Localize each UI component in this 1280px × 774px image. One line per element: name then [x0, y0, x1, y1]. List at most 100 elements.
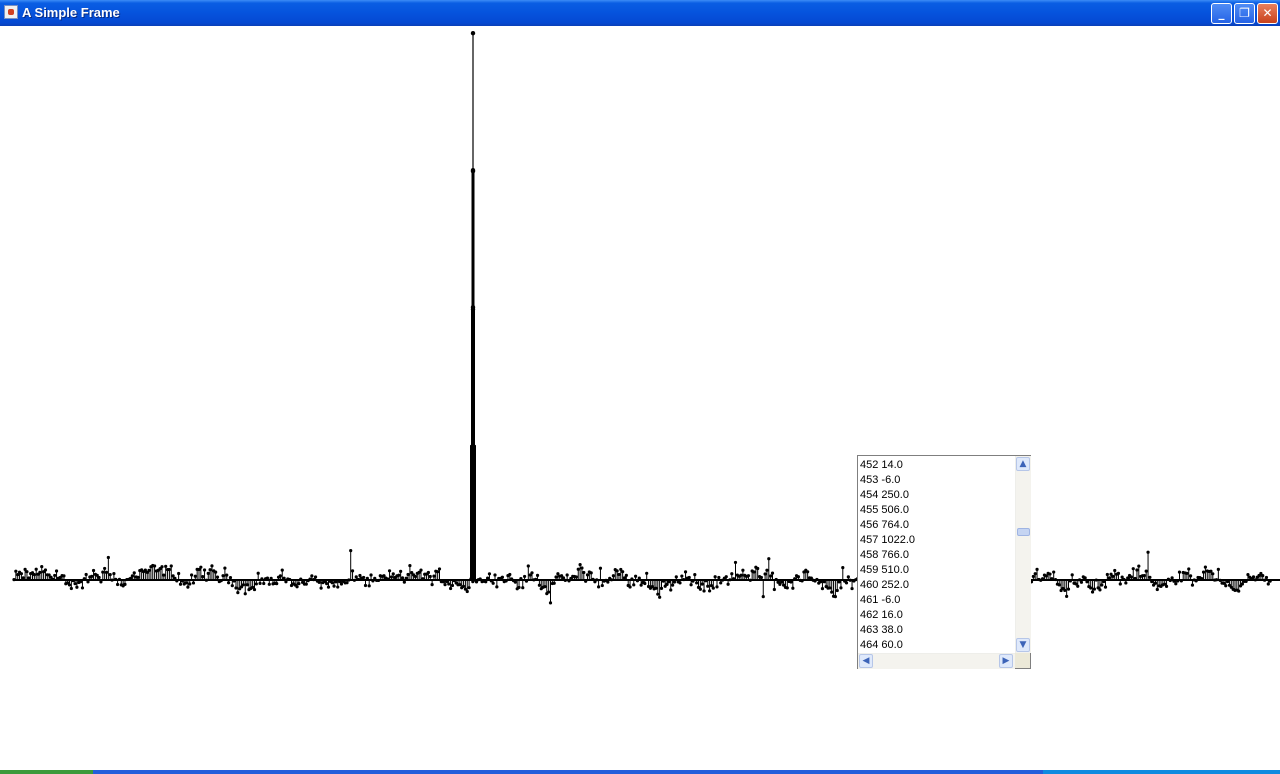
stem-point	[215, 575, 220, 579]
list-item[interactable]: 458 766.0	[859, 548, 1015, 563]
minimize-button[interactable]: _	[1211, 3, 1232, 24]
list-item[interactable]: 457 1022.0	[859, 533, 1015, 548]
vertical-scroll-thumb[interactable]	[1017, 528, 1030, 536]
list-item[interactable]: 453 -6.0	[859, 473, 1015, 488]
stem-point	[508, 572, 512, 577]
list-item[interactable]: 462 16.0	[859, 608, 1015, 623]
stem-point	[38, 570, 42, 574]
stem-point	[730, 572, 734, 576]
stem-point	[806, 570, 810, 574]
stem-point	[260, 577, 264, 581]
stem-point	[547, 590, 551, 594]
stem-point	[1237, 589, 1241, 593]
stem-point	[1211, 572, 1215, 576]
stem-point	[210, 564, 214, 568]
stem-point	[228, 576, 233, 580]
scroll-down-button[interactable]: ▼	[1016, 638, 1030, 652]
stem-point	[561, 576, 566, 580]
stem-point	[1031, 574, 1035, 579]
stem-point	[785, 586, 789, 590]
stem-point	[132, 571, 136, 575]
stem-point	[69, 586, 73, 591]
stem-point	[319, 586, 323, 590]
stem-point	[1118, 582, 1122, 586]
stem-point	[839, 586, 843, 590]
stem-point	[1094, 578, 1098, 582]
stem-point	[1048, 572, 1052, 576]
stem-point	[1076, 584, 1080, 588]
stem-point	[397, 573, 401, 577]
stem-point	[597, 585, 601, 589]
stem-point	[1240, 582, 1244, 586]
stem-point	[54, 569, 59, 573]
stem-point	[639, 583, 643, 587]
stem-point	[1150, 579, 1154, 584]
list-item[interactable]: 461 -6.0	[859, 593, 1015, 608]
list-item[interactable]: 455 506.0	[859, 503, 1015, 518]
stem-point	[487, 572, 492, 576]
stem-point	[1218, 578, 1222, 582]
stem-point	[1100, 583, 1104, 587]
stem-point	[595, 578, 599, 582]
stem-point	[147, 568, 151, 572]
stem-point	[600, 583, 604, 588]
close-button[interactable]: ✕	[1257, 3, 1278, 24]
horizontal-scrollbar[interactable]: ◀ ▶	[858, 653, 1015, 669]
stem-point	[1203, 565, 1207, 569]
scroll-corner	[1015, 653, 1030, 668]
stem-point	[204, 578, 208, 582]
stem-point	[184, 581, 188, 585]
list-item[interactable]: 463 38.0	[859, 623, 1015, 638]
stem-point	[356, 577, 360, 582]
list-item[interactable]: 464 60.0	[859, 638, 1015, 653]
stem-point	[175, 579, 179, 583]
list-item[interactable]: 454 250.0	[859, 488, 1015, 503]
stem-point	[25, 570, 29, 574]
stem-point	[658, 595, 662, 599]
stem-point	[188, 582, 192, 586]
stem-point	[700, 582, 704, 586]
list-items[interactable]: 452 14.0 453 -6.0 454 250.0 455 506.0 456 76…	[859, 458, 1015, 653]
stem-point	[177, 571, 181, 576]
stem-point	[693, 573, 697, 577]
stem-point	[589, 571, 593, 575]
stem-point	[689, 583, 693, 587]
stem-point	[103, 566, 107, 571]
stem-point	[1190, 583, 1195, 587]
list-item[interactable]: 456 764.0	[859, 518, 1015, 533]
scroll-up-button[interactable]: ▲	[1016, 457, 1030, 471]
stem-point	[428, 574, 432, 579]
stem-point	[108, 573, 112, 577]
stem-point	[413, 574, 418, 579]
stem-point	[167, 567, 171, 572]
vertical-scrollbar[interactable]: ▲ ▼	[1015, 456, 1031, 653]
maximize-button[interactable]: ❐	[1234, 3, 1255, 24]
scroll-left-button[interactable]: ◀	[859, 654, 873, 668]
list-item[interactable]: 452 14.0	[859, 458, 1015, 473]
list-item[interactable]: 460 252.0	[859, 578, 1015, 593]
stem-point	[548, 601, 553, 605]
stem-point	[761, 595, 765, 599]
stem-point	[241, 583, 245, 587]
title-bar[interactable]: A Simple Frame _ ❐ ✕	[0, 0, 1280, 26]
list-item[interactable]: 459 510.0	[859, 563, 1015, 578]
stem-point	[715, 585, 719, 589]
stem-point	[391, 572, 395, 576]
stem-point	[683, 570, 688, 574]
stem-point	[430, 583, 434, 587]
java-cup-icon[interactable]	[4, 5, 18, 19]
value-list[interactable]: 452 14.0 453 -6.0 454 250.0 455 506.0 456 76…	[857, 455, 1031, 669]
stem-point	[846, 575, 850, 579]
stem-point	[267, 582, 271, 586]
stem-point	[1033, 572, 1037, 576]
stem-point	[389, 575, 393, 579]
stem-point	[611, 574, 616, 578]
stem-point	[350, 569, 355, 573]
stem-point	[79, 580, 83, 584]
stem-point	[645, 571, 649, 575]
scroll-right-button[interactable]: ▶	[999, 654, 1013, 668]
stem-point	[1251, 575, 1256, 579]
stem-point	[201, 574, 205, 579]
start-button[interactable]	[0, 770, 93, 774]
stem-point	[739, 573, 743, 577]
